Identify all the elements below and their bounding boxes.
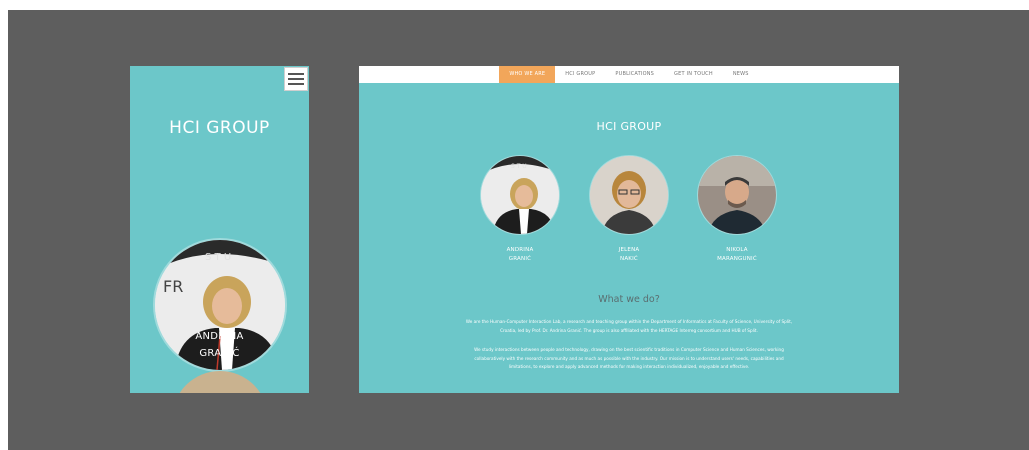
desktop-view: WHO WE ARE HCI GROUP PUBLICATIONS GET IN…	[359, 66, 899, 393]
person-last-name: GRANIĆ	[508, 256, 532, 262]
portrait-photo-jelena	[590, 156, 668, 234]
next-avatar	[172, 371, 268, 393]
person-last-name: MARANGUNIĆ	[717, 256, 757, 262]
section-heading: What we do?	[598, 294, 660, 305]
mobile-view: HCI GROUP S T U FR ANDRINA GRANIĆ	[130, 66, 309, 393]
team-member: S T U ANDRINA GRANIĆ	[480, 156, 560, 264]
nav-publications[interactable]: PUBLICATIONS	[605, 66, 664, 83]
nav-news[interactable]: NEWS	[723, 66, 759, 83]
portrait-photo-nikola	[698, 156, 776, 234]
svg-text:FR: FR	[163, 277, 183, 296]
nav-get-in-touch[interactable]: GET IN TOUCH	[664, 66, 723, 83]
page-title: HCI GROUP	[169, 118, 270, 138]
top-navbar: WHO WE ARE HCI GROUP PUBLICATIONS GET IN…	[359, 66, 899, 83]
portrait-photo-andrina: S T U	[481, 156, 559, 234]
hamburger-menu-icon[interactable]	[284, 67, 308, 91]
person-first-name: JELENA	[618, 247, 640, 253]
team-member: NIKOLA MARANGUNIĆ	[697, 156, 777, 264]
person-last-name: NAKIĆ	[620, 256, 638, 262]
svg-text:S T U: S T U	[511, 163, 527, 170]
page-title: HCI GROUP	[596, 120, 662, 133]
team-member: JELENA NAKIĆ	[589, 156, 669, 264]
person-name: ANDRINA GRANIĆ	[480, 246, 560, 264]
avatar	[590, 156, 668, 234]
person-name: ANDRINA GRANIĆ	[130, 328, 309, 362]
description-paragraph: We are the Human-Computer Interaction La…	[465, 319, 793, 333]
description-paragraph: We study interactions between people and…	[474, 347, 784, 369]
nav-who-we-are[interactable]: WHO WE ARE	[499, 66, 556, 83]
person-name: NIKOLA MARANGUNIĆ	[697, 246, 777, 264]
person-last-name: GRANIĆ	[199, 348, 240, 359]
person-first-name: NIKOLA	[726, 247, 748, 253]
person-first-name: ANDRINA	[506, 247, 534, 253]
nav-hci-group[interactable]: HCI GROUP	[555, 66, 605, 83]
avatar: S T U	[481, 156, 559, 234]
svg-text:S T U: S T U	[205, 252, 231, 263]
avatar	[698, 156, 776, 234]
person-name: JELENA NAKIĆ	[589, 246, 669, 264]
person-first-name: ANDRINA	[195, 331, 244, 342]
